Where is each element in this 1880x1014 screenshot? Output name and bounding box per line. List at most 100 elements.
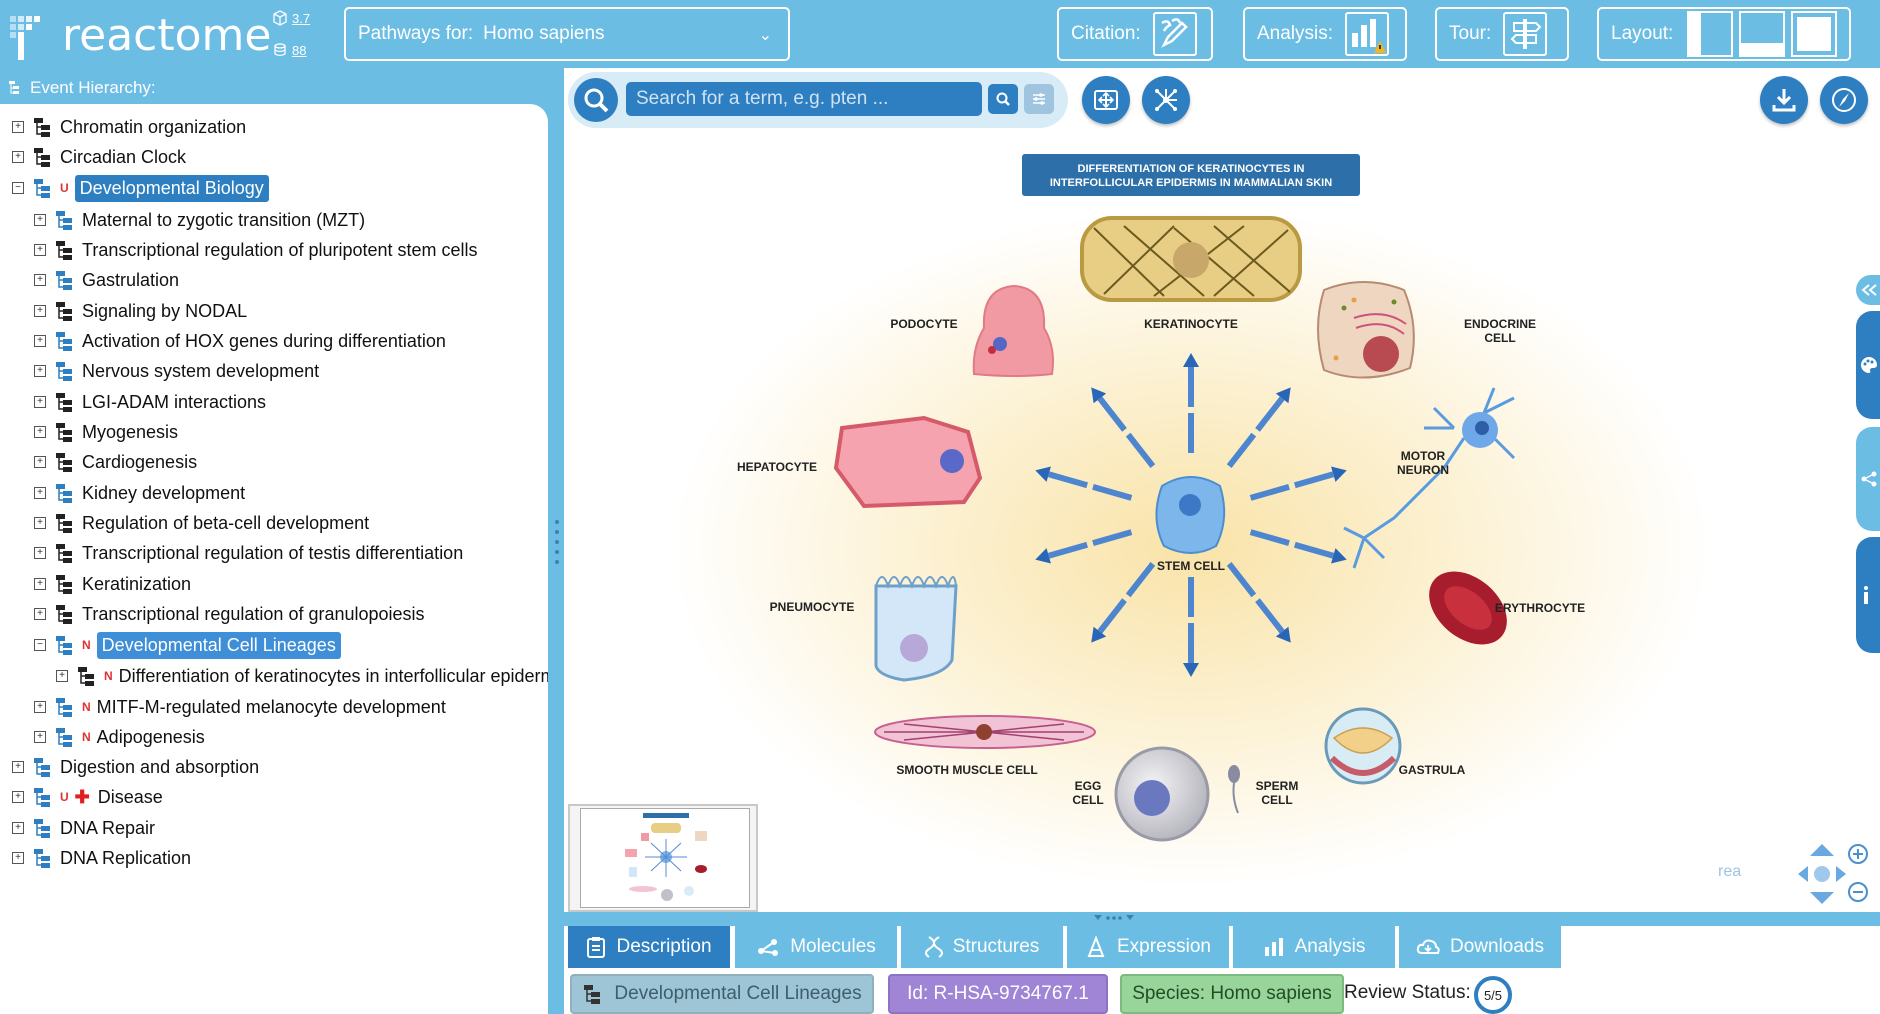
stem-cell-node[interactable]: STEM CELL: [1155, 476, 1226, 573]
layout-full-icon[interactable]: [1791, 11, 1838, 57]
expand-toggle-icon[interactable]: +: [34, 305, 46, 317]
tree-row-label[interactable]: Disease: [98, 787, 163, 808]
expand-toggle-icon[interactable]: +: [34, 547, 46, 559]
citation-button[interactable]: Citation:: [1057, 7, 1213, 61]
search-options-button[interactable]: [1024, 84, 1054, 114]
tree-row-label[interactable]: Cardiogenesis: [82, 452, 197, 473]
tree-row-label[interactable]: Maternal to zygotic transition (MZT): [82, 210, 365, 231]
collapse-sidebar-button[interactable]: [1856, 275, 1880, 305]
layout-left-icon[interactable]: [1687, 11, 1734, 57]
tree-row[interactable]: + Transcriptional regulation of testis di…: [34, 538, 463, 568]
expand-toggle-icon[interactable]: +: [12, 791, 24, 803]
version-link[interactable]: 3.7: [272, 10, 310, 26]
pathway-diagram-viewer[interactable]: DIFFERENTIATION OF KERATINOCYTES IN INTE…: [564, 68, 1880, 912]
search-input[interactable]: [626, 82, 982, 116]
thumbnail-viewport[interactable]: [580, 808, 750, 908]
tree-row-label[interactable]: Circadian Clock: [60, 147, 186, 168]
tree-row-label[interactable]: DNA Replication: [60, 848, 191, 869]
expand-toggle-icon[interactable]: +: [34, 608, 46, 620]
expand-toggle-icon[interactable]: +: [34, 517, 46, 529]
tree-row[interactable]: + N MITF-M-regulated melanocyte developmen…: [34, 692, 446, 722]
reactome-logo[interactable]: reactome: [6, 6, 271, 62]
tree-row[interactable]: + Keratinization: [34, 569, 191, 599]
species-pill[interactable]: Species: Homo sapiens: [1120, 974, 1344, 1014]
export-button[interactable]: [1760, 76, 1808, 124]
review-status-badge[interactable]: 5/5: [1474, 976, 1512, 1014]
tree-row-label[interactable]: Keratinization: [82, 574, 191, 595]
tree-row-label[interactable]: Adipogenesis: [97, 727, 205, 748]
tree-row[interactable]: − U Developmental Biology: [12, 173, 269, 203]
tree-row-label[interactable]: DNA Repair: [60, 818, 155, 839]
zoom-in-button[interactable]: [1848, 844, 1868, 864]
tree-row[interactable]: + Activation of HOX genes during differen…: [34, 326, 446, 356]
panel-splitter[interactable]: [550, 68, 564, 1014]
search-toggle-button[interactable]: [574, 78, 618, 122]
fit-diagram-button[interactable]: [1082, 76, 1130, 124]
expand-toggle-icon[interactable]: +: [34, 396, 46, 408]
tree-row-label[interactable]: Transcriptional regulation of testis dif…: [82, 543, 463, 564]
pathway-id-pill[interactable]: Id: R-HSA-9734767.1: [888, 974, 1108, 1014]
tree-row-label[interactable]: Gastrulation: [82, 270, 179, 291]
tree-row[interactable]: + N Adipogenesis: [34, 722, 205, 752]
tour-button[interactable]: Tour:: [1435, 7, 1569, 61]
tree-row-label[interactable]: LGI-ADAM interactions: [82, 392, 266, 413]
analysis-button[interactable]: Analysis:: [1243, 7, 1407, 61]
expand-toggle-icon[interactable]: +: [34, 426, 46, 438]
expand-toggle-icon[interactable]: +: [34, 274, 46, 286]
tree-row-label[interactable]: Differentiation of keratinocytes in inte…: [119, 666, 548, 687]
tree-row[interactable]: + Chromatin organization: [12, 112, 246, 142]
tree-row[interactable]: + DNA Replication: [12, 843, 191, 873]
share-tab[interactable]: [1856, 427, 1880, 531]
expand-toggle-icon[interactable]: +: [34, 335, 46, 347]
expand-toggle-icon[interactable]: +: [12, 822, 24, 834]
expand-toggle-icon[interactable]: +: [34, 365, 46, 377]
tree-row[interactable]: + Transcriptional regulation of pluripote…: [34, 235, 478, 265]
expand-toggle-icon[interactable]: +: [34, 214, 46, 226]
pan-right-button[interactable]: [1836, 866, 1846, 882]
tab-description[interactable]: Description: [568, 926, 730, 968]
tab-downloads[interactable]: Downloads: [1399, 926, 1561, 968]
tree-row[interactable]: + Maternal to zygotic transition (MZT): [34, 205, 365, 235]
tab-molecules[interactable]: Molecules: [735, 926, 897, 968]
tree-row[interactable]: + LGI-ADAM interactions: [34, 387, 266, 417]
expand-toggle-icon[interactable]: +: [12, 121, 24, 133]
expand-toggle-icon[interactable]: +: [34, 244, 46, 256]
tree-row-label[interactable]: Transcriptional regulation of granulopoi…: [82, 604, 425, 625]
diagram-title-box[interactable]: DIFFERENTIATION OF KERATINOCYTES IN INTE…: [1022, 154, 1360, 196]
pan-up-button[interactable]: [1810, 844, 1834, 856]
collapse-toggle-icon[interactable]: −: [12, 182, 24, 194]
tree-row-label[interactable]: Signaling by NODAL: [82, 301, 247, 322]
tree-row-label[interactable]: Developmental Cell Lineages: [96, 631, 341, 659]
layout-bottom-icon[interactable]: [1739, 11, 1786, 57]
tree-row[interactable]: + Digestion and absorption: [12, 752, 259, 782]
tree-row-label[interactable]: Regulation of beta-cell development: [82, 513, 369, 534]
expand-toggle-icon[interactable]: +: [12, 852, 24, 864]
tree-row-label[interactable]: Kidney development: [82, 483, 245, 504]
tree-row[interactable]: − N Developmental Cell Lineages: [34, 630, 341, 660]
collapse-toggle-icon[interactable]: −: [34, 639, 46, 651]
expand-toggle-icon[interactable]: +: [34, 456, 46, 468]
expand-toggle-icon[interactable]: +: [12, 151, 24, 163]
tree-row[interactable]: + Nervous system development: [34, 356, 319, 386]
release-link[interactable]: 88: [272, 42, 306, 58]
settings-compass-button[interactable]: [1820, 76, 1868, 124]
illustration-palette-tab[interactable]: [1856, 311, 1880, 419]
expand-toggle-icon[interactable]: +: [12, 761, 24, 773]
expand-toggle-icon[interactable]: +: [34, 487, 46, 499]
pathway-name-pill[interactable]: Developmental Cell Lineages: [570, 974, 874, 1014]
tree-row[interactable]: + U ✚ Disease: [12, 782, 163, 812]
tab-analysis[interactable]: Analysis: [1233, 926, 1395, 968]
search-submit-button[interactable]: [988, 84, 1018, 114]
pathway-overview-button[interactable]: [1142, 76, 1190, 124]
tab-structures[interactable]: Structures: [901, 926, 1063, 968]
tree-row-label[interactable]: Chromatin organization: [60, 117, 246, 138]
tree-row-label[interactable]: MITF-M-regulated melanocyte development: [97, 697, 446, 718]
tree-row-label[interactable]: Transcriptional regulation of pluripoten…: [82, 240, 478, 261]
diagram-thumbnail[interactable]: [568, 804, 758, 912]
tree-row-label[interactable]: Digestion and absorption: [60, 757, 259, 778]
tree-row[interactable]: + Circadian Clock: [12, 142, 186, 172]
tree-row-label[interactable]: Activation of HOX genes during different…: [82, 331, 446, 352]
tab-expression[interactable]: Expression: [1067, 926, 1229, 968]
tree-row[interactable]: + Kidney development: [34, 478, 245, 508]
tree-row[interactable]: + Signaling by NODAL: [34, 296, 247, 326]
